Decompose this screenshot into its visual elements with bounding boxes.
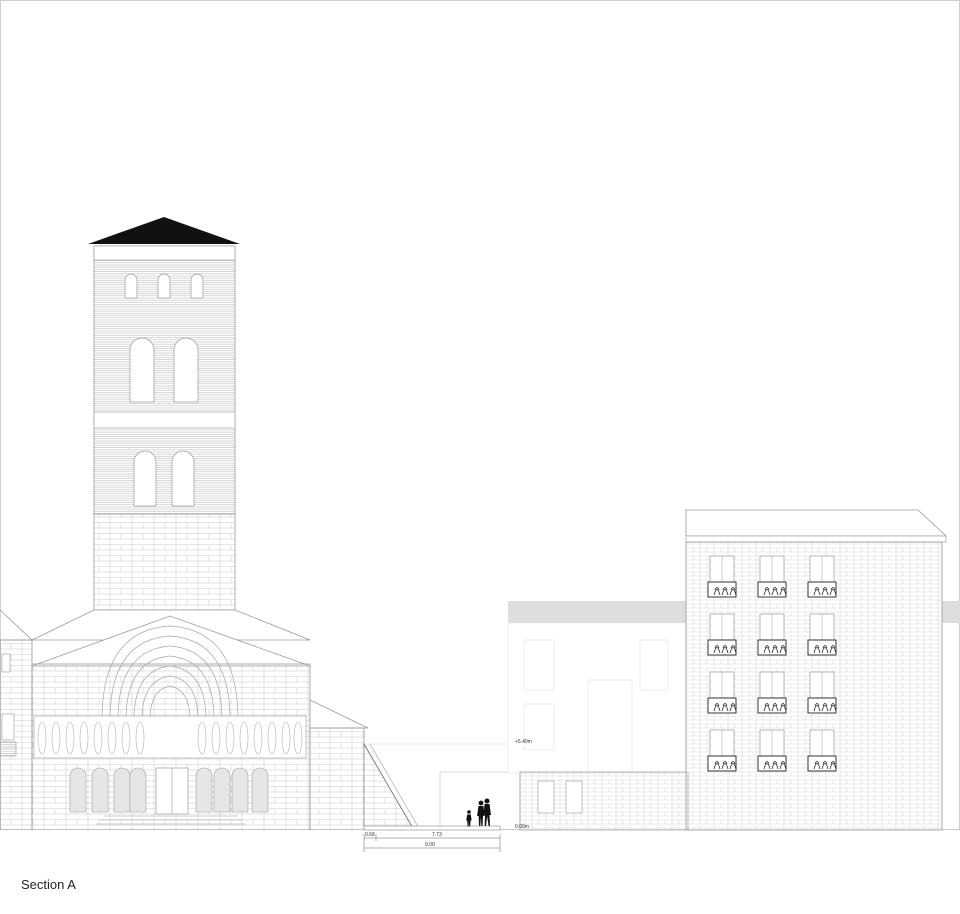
dim-left-offset: 0.68	[365, 832, 375, 838]
bell-tower	[88, 217, 240, 611]
level-upper-label: +5.40m	[515, 739, 532, 745]
tower-roof	[88, 217, 240, 244]
section-drawing: +5.40m 0.00m 0.68 7.73 9.00	[0, 217, 960, 914]
apartment-roof	[685, 509, 948, 537]
dim-total-width: 9.00	[425, 842, 435, 848]
tower-base	[93, 513, 236, 611]
section-caption: Section A	[21, 877, 76, 892]
dim-path-width: 7.73	[432, 832, 442, 838]
apartment-building	[685, 509, 948, 831]
level-ground-label: 0.00m	[515, 824, 529, 830]
tower-top-windows	[124, 273, 204, 299]
sculpture-frieze	[33, 715, 307, 759]
church-facade	[0, 609, 369, 831]
background-band	[508, 601, 686, 623]
